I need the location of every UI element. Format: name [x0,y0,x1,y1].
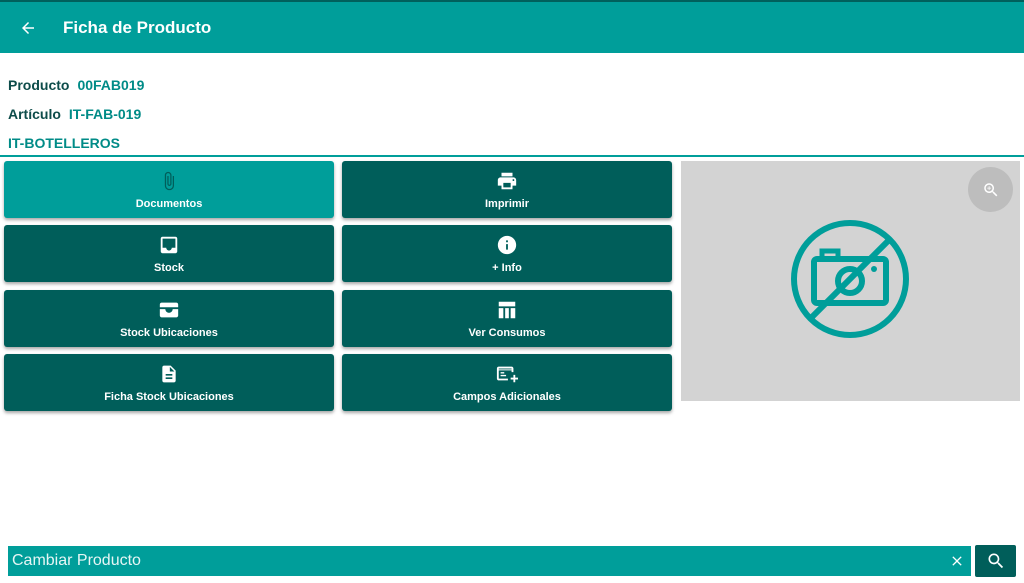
search-icon [988,553,1003,569]
stock-locations-sheet-label: Ficha Stock Ubicaciones [104,390,234,403]
product-code: 00FAB019 [77,76,145,93]
product-image-panel [681,161,1020,401]
description-row: IT-BOTELLEROS [8,128,144,157]
article-label: Artículo [8,105,61,122]
clear-button[interactable] [943,546,971,576]
article-code: IT-FAB-019 [68,105,142,122]
product-description: IT-BOTELLEROS [8,134,120,151]
divider [0,155,1024,157]
arrow-left-icon [22,21,34,34]
documents-label: Documentos [135,197,203,210]
product-row: Producto 00FAB019 [8,70,144,99]
zoom-in-icon [983,182,997,196]
no-photo-icon [791,220,909,338]
add-card-icon [495,363,519,385]
additional-fields-label: Campos Adicionales [453,390,561,403]
app-bar: Ficha de Producto [0,0,1024,53]
more-info-button[interactable]: + Info [342,225,672,282]
stock-locations-label: Stock Ubicaciones [120,326,218,339]
product-info: Producto 00FAB019 Artículo IT-FAB-019 IT… [8,70,144,157]
page-title: Ficha de Producto [63,17,212,37]
article-row: Artículo IT-FAB-019 [8,99,144,128]
additional-fields-button[interactable]: Campos Adicionales [342,354,672,411]
inbox-icon [158,234,180,256]
view-consumption-button[interactable]: Ver Consumos [342,290,672,347]
view-consumption-label: Ver Consumos [468,326,546,339]
inbox-stack-icon [158,299,180,321]
change-product-input[interactable] [8,546,943,576]
documents-button[interactable]: Documentos [4,161,334,218]
table-icon [496,299,518,321]
stock-label: Stock [154,261,184,274]
stock-button[interactable]: Stock [4,225,334,282]
document-icon [159,363,179,385]
stock-locations-sheet-button[interactable]: Ficha Stock Ubicaciones [4,354,334,411]
change-product-bar [8,546,971,576]
close-icon [952,556,962,566]
zoom-button[interactable] [968,167,1013,212]
more-info-label: + Info [492,261,522,274]
search-button[interactable] [975,545,1016,577]
stock-locations-button[interactable]: Stock Ubicaciones [4,290,334,347]
print-button[interactable]: Imprimir [342,161,672,218]
print-label: Imprimir [484,197,529,210]
info-icon [496,234,518,256]
printer-icon [496,170,518,192]
product-label: Producto [8,76,70,93]
back-button[interactable] [0,2,56,53]
paperclip-icon [159,170,179,192]
